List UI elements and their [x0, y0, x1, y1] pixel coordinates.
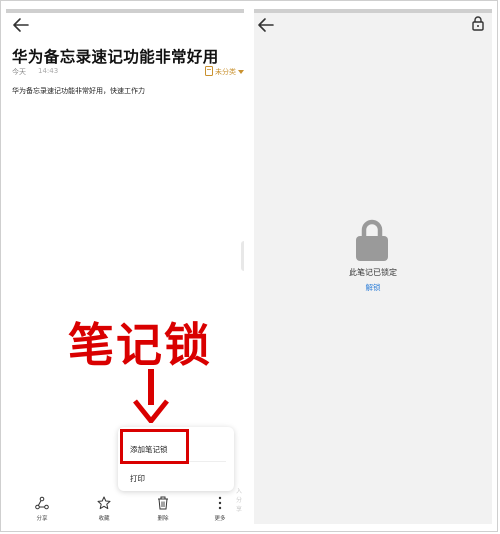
status-bar: [254, 9, 492, 13]
lock-icon: [356, 219, 388, 261]
locked-message: 此笔记已锁定: [349, 268, 397, 277]
unlock-link[interactable]: 解锁: [254, 282, 492, 293]
note-time: 14:43: [38, 67, 59, 75]
more-button[interactable]: 更多: [200, 496, 240, 522]
highlight-box: [120, 429, 189, 464]
share-button[interactable]: 分享: [22, 496, 62, 522]
share-label: 分享: [36, 516, 48, 522]
more-icon: [218, 496, 222, 510]
star-icon: [97, 496, 111, 510]
note-editor-screen: 华为备忘录速记功能非常好用 今天 14:43 未分类 华为备忘录速记功能非常好用…: [6, 9, 244, 524]
annotation-label: 笔记锁: [68, 318, 212, 372]
chevron-down-icon[interactable]: [238, 70, 244, 74]
delete-button[interactable]: 删除: [143, 496, 183, 522]
delete-label: 删除: [157, 516, 169, 522]
locked-note-screen: 此笔记已锁定 解锁: [254, 9, 492, 524]
side-drag-handle[interactable]: [241, 241, 244, 271]
more-label: 更多: [214, 516, 226, 522]
note-title[interactable]: 华为备忘录速记功能非常好用: [12, 45, 244, 67]
back-arrow-icon[interactable]: [12, 17, 30, 33]
folder-selector[interactable]: 未分类: [215, 67, 236, 77]
trash-icon: [158, 496, 168, 510]
bottom-toolbar: 分享 收藏 删除 更多: [6, 496, 244, 524]
down-arrow-icon: [133, 369, 169, 423]
note-body[interactable]: 华为备忘录速记功能非常好用，快速工作力: [12, 86, 145, 96]
lock-icon[interactable]: [472, 16, 484, 31]
favorite-button[interactable]: 收藏: [84, 496, 124, 522]
print-menu-item[interactable]: 打印: [130, 473, 145, 484]
back-arrow-icon[interactable]: [257, 17, 275, 33]
folder-icon: [205, 66, 213, 76]
status-bar: [6, 9, 244, 13]
note-date: 今天: [12, 68, 26, 76]
favorite-label: 收藏: [98, 516, 110, 522]
share-icon: [35, 496, 49, 510]
